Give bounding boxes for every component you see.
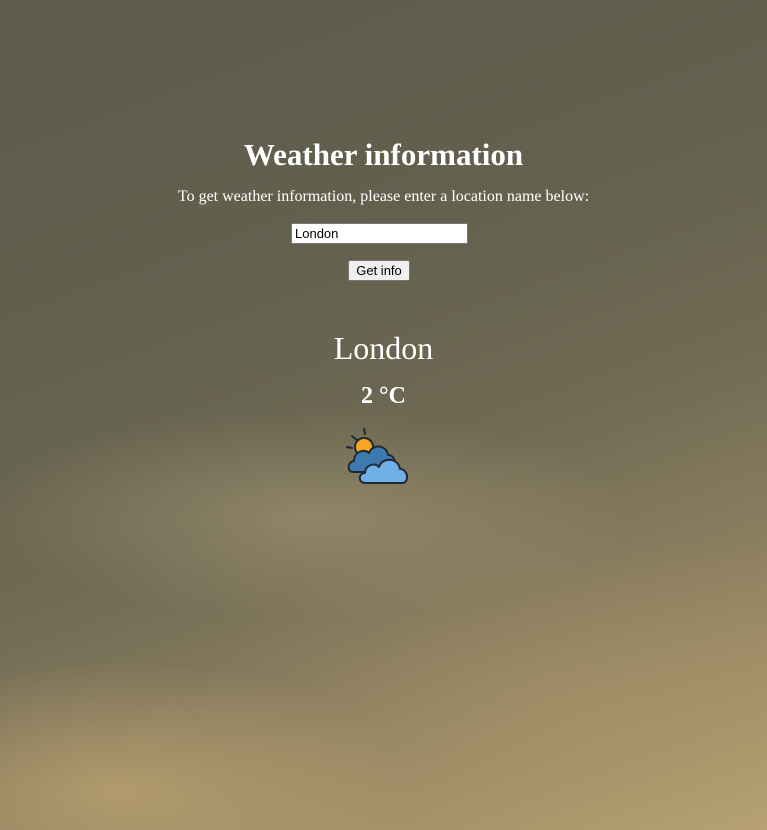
city-name: London xyxy=(333,330,434,366)
location-input[interactable] xyxy=(291,223,468,244)
temperature-value: 2 °C xyxy=(361,383,406,409)
partly-cloudy-icon xyxy=(346,428,408,484)
get-info-button[interactable]: Get info xyxy=(348,260,410,281)
instructions-text: To get weather information, please enter… xyxy=(177,188,590,205)
page-title: Weather information xyxy=(243,137,524,172)
